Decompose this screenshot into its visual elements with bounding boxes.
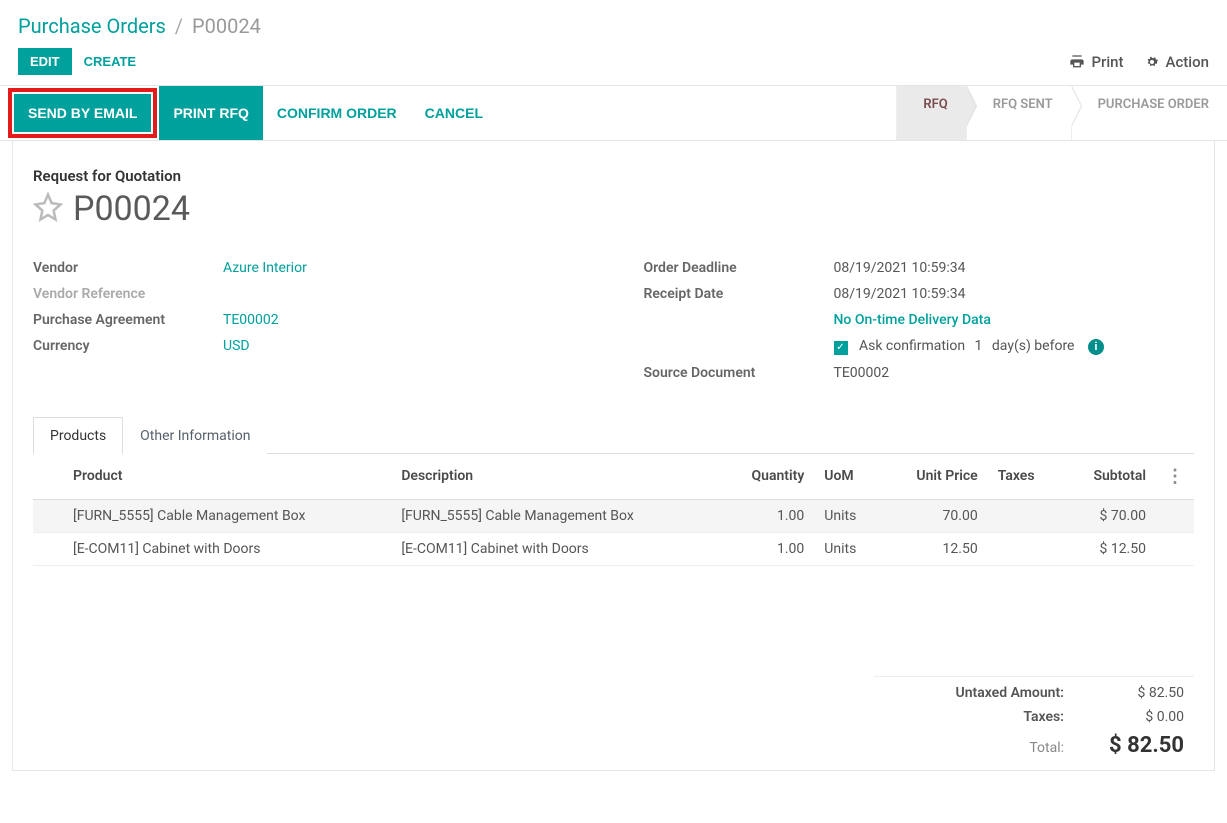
doc-name: P00024 — [73, 189, 190, 229]
ask-confirmation-label: Ask confirmation — [859, 338, 965, 354]
vendor-value[interactable]: Azure Interior — [223, 260, 584, 276]
cell-description: [E-COM11] Cabinet with Doors — [391, 532, 719, 565]
vendor-label: Vendor — [33, 260, 223, 276]
col-subtotal[interactable]: Subtotal — [1062, 454, 1156, 500]
cell-product: [E-COM11] Cabinet with Doors — [63, 532, 391, 565]
action-dropdown[interactable]: Action — [1144, 53, 1209, 71]
untaxed-label: Untaxed Amount: — [904, 685, 1064, 701]
breadcrumb-separator: / — [175, 14, 183, 38]
control-panel: EDIT CREATE Print Action — [0, 42, 1227, 85]
col-taxes[interactable]: Taxes — [988, 454, 1062, 500]
fields-left: Vendor Azure Interior Vendor Reference P… — [33, 255, 584, 386]
receipt-date-label: Receipt Date — [644, 286, 834, 302]
breadcrumb-current: P00024 — [192, 14, 261, 38]
cell-subtotal: $ 70.00 — [1062, 499, 1156, 532]
tabs: Products Other Information — [33, 416, 1194, 454]
column-options-icon[interactable]: ⋮ — [1166, 466, 1184, 487]
gear-icon — [1144, 54, 1160, 70]
cell-unit-price: 70.00 — [882, 499, 988, 532]
untaxed-value: $ 82.50 — [1104, 685, 1184, 701]
ask-confirmation-days: 1 — [975, 338, 983, 354]
source-document-value: TE00002 — [834, 365, 1195, 381]
sheet: Request for Quotation P00024 Vendor Azur… — [12, 141, 1215, 771]
cell-uom: Units — [814, 532, 882, 565]
col-description[interactable]: Description — [391, 454, 719, 500]
taxes-label: Taxes: — [904, 709, 1064, 725]
col-product[interactable]: Product — [63, 454, 391, 500]
taxes-value: $ 0.00 — [1104, 709, 1184, 725]
confirm-order-button[interactable]: CONFIRM ORDER — [263, 86, 411, 140]
cell-taxes — [988, 499, 1062, 532]
table-row[interactable]: [FURN_5555] Cable Management Box[FURN_55… — [33, 499, 1194, 532]
print-label: Print — [1091, 53, 1123, 71]
stage-purchase-order[interactable]: PURCHASE ORDER — [1071, 86, 1227, 140]
ask-confirmation-suffix: day(s) before — [992, 338, 1075, 354]
breadcrumb: Purchase Orders / P00024 — [0, 0, 1227, 42]
print-rfq-button[interactable]: PRINT RFQ — [159, 86, 262, 140]
info-icon[interactable]: i — [1088, 339, 1104, 355]
cell-quantity: 1.00 — [720, 532, 815, 565]
cell-product: [FURN_5555] Cable Management Box — [63, 499, 391, 532]
status-bar: SEND BY EMAIL PRINT RFQ CONFIRM ORDER CA… — [0, 85, 1227, 141]
stage-rfq[interactable]: RFQ — [896, 86, 965, 140]
doc-subtitle: Request for Quotation — [33, 167, 1194, 185]
currency-value[interactable]: USD — [223, 338, 584, 354]
products-table: Product Description Quantity UoM Unit Pr… — [33, 454, 1194, 566]
vendor-ref-label: Vendor Reference — [33, 286, 223, 302]
order-deadline-label: Order Deadline — [644, 260, 834, 276]
send-by-email-button[interactable]: SEND BY EMAIL — [14, 94, 151, 132]
order-deadline-value: 08/19/2021 10:59:34 — [834, 260, 1195, 276]
ask-confirmation-checkbox[interactable]: ✓ — [834, 341, 848, 355]
totals: Untaxed Amount: $ 82.50 Taxes: $ 0.00 To… — [874, 676, 1194, 770]
action-label: Action — [1166, 53, 1209, 71]
ontime-delivery-link[interactable]: No On-time Delivery Data — [834, 312, 1195, 328]
cell-quantity: 1.00 — [720, 499, 815, 532]
total-label: Total: — [904, 740, 1064, 756]
ask-confirmation-row: ✓ Ask confirmation 1 day(s) before i — [834, 338, 1195, 355]
edit-button[interactable]: EDIT — [18, 48, 72, 75]
breadcrumb-root[interactable]: Purchase Orders — [18, 14, 166, 38]
star-icon[interactable] — [33, 192, 63, 226]
print-icon — [1069, 54, 1085, 70]
cell-taxes — [988, 532, 1062, 565]
create-button[interactable]: CREATE — [72, 48, 148, 75]
cell-subtotal: $ 12.50 — [1062, 532, 1156, 565]
tab-products[interactable]: Products — [33, 417, 123, 454]
source-document-label: Source Document — [644, 365, 834, 381]
tab-other-information[interactable]: Other Information — [123, 417, 267, 454]
table-row[interactable]: [E-COM11] Cabinet with Doors[E-COM11] Ca… — [33, 532, 1194, 565]
total-value: $ 82.50 — [1104, 733, 1184, 758]
purchase-agreement-value[interactable]: TE00002 — [223, 312, 584, 328]
receipt-date-value: 08/19/2021 10:59:34 — [834, 286, 1195, 302]
col-unit-price[interactable]: Unit Price — [882, 454, 988, 500]
cell-uom: Units — [814, 499, 882, 532]
stage-rfq-sent[interactable]: RFQ SENT — [966, 86, 1071, 140]
cancel-button[interactable]: CANCEL — [411, 86, 497, 140]
cell-description: [FURN_5555] Cable Management Box — [391, 499, 719, 532]
purchase-agreement-label: Purchase Agreement — [33, 312, 223, 328]
currency-label: Currency — [33, 338, 223, 354]
print-dropdown[interactable]: Print — [1069, 53, 1123, 71]
status-stages: RFQ RFQ SENT PURCHASE ORDER — [896, 86, 1227, 140]
cell-unit-price: 12.50 — [882, 532, 988, 565]
col-quantity[interactable]: Quantity — [720, 454, 815, 500]
fields-right: Order Deadline 08/19/2021 10:59:34 Recei… — [644, 255, 1195, 386]
col-uom[interactable]: UoM — [814, 454, 882, 500]
highlight-send-by-email: SEND BY EMAIL — [8, 88, 157, 138]
